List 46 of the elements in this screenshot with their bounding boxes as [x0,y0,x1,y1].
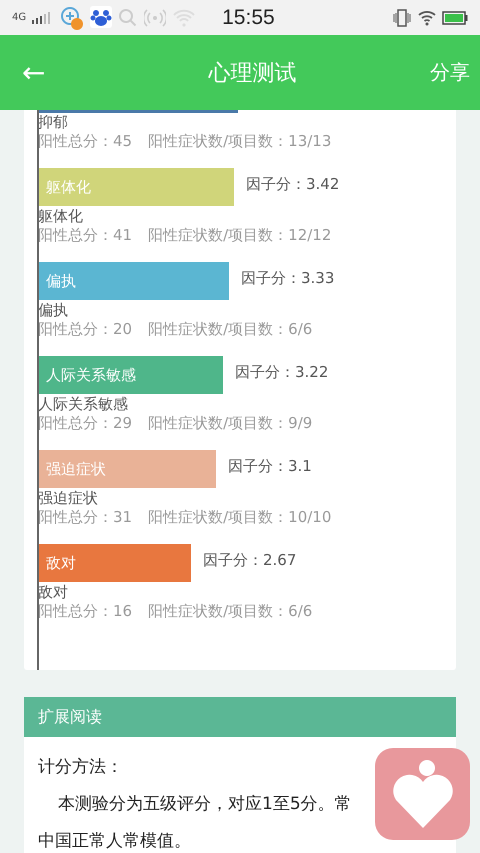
page-title: 心理测试 [208,60,297,88]
battery-icon [442,10,468,24]
positive-total: 阳性总分：29 [38,414,132,433]
hotspot-icon [144,8,166,28]
back-button[interactable]: ← [22,56,46,89]
factor-score: 因子分：3.1 [228,456,312,476]
bar-label: 躯体化 [45,178,91,196]
clock-time: 15:55 [222,6,275,30]
symptom-count: 阳性症状数/项目数：10/10 [148,508,332,527]
bar-label: 偏执 [45,272,76,290]
factor-name: 偏执 [38,301,69,320]
symptom-count: 阳性症状数/项目数：6/6 [148,602,312,621]
symptom-count: 阳性症状数/项目数：9/9 [148,414,312,433]
positive-total: 阳性总分：41 [38,226,132,245]
share-button[interactable]: 分享 [430,59,470,86]
body-text: 中国正常人常模值。 [38,830,192,852]
bar-label: 强迫症状 [45,460,106,478]
app-notification-icon [60,6,84,30]
factor-score: 因子分：3.33 [241,268,334,288]
search-icon [118,8,138,28]
factor-name: 抑郁 [38,113,69,132]
factor-name: 敌对 [38,583,69,602]
positive-total: 阳性总分：45 [38,132,132,151]
factor-name: 强迫症状 [38,489,99,508]
factor-score: 因子分：3.42 [246,174,340,194]
floating-app-button[interactable] [375,748,470,840]
factor-name: 躯体化 [38,207,84,226]
bar-label: 敌对 [45,554,76,572]
positive-total: 阳性总分：20 [38,320,132,339]
symptom-count: 阳性症状数/项目数：6/6 [148,320,312,339]
heart-person-icon [392,758,454,830]
wifi-icon [418,10,436,26]
section-heading: 计分方法： [38,756,124,778]
symptom-count: 阳性症状数/项目数：13/13 [148,132,332,151]
network-label: 4G [12,12,26,23]
factor-score: 因子分：2.67 [203,550,296,570]
paw-icon [90,6,112,30]
factor-score: 因子分：3.22 [235,362,328,382]
positive-total: 阳性总分：16 [38,602,132,621]
card-header: 扩展阅读 [24,697,456,737]
symptom-count: 阳性症状数/项目数：12/12 [148,226,332,245]
factor-name: 人际关系敏感 [38,395,129,414]
bar-label: 人际关系敏感 [45,366,136,384]
body-text: 本测验分为五级评分，对应1至5分。常 [57,793,353,815]
positive-total: 阳性总分：31 [38,508,132,527]
vibrate-icon [392,8,412,26]
